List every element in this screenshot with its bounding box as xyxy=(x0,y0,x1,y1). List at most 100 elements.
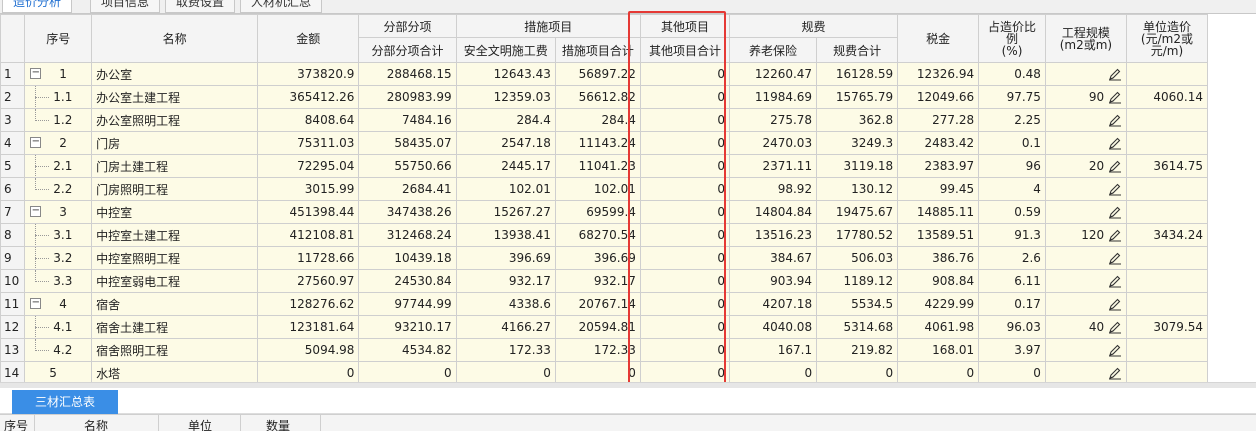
cell-aqwm[interactable]: 13938.41 xyxy=(455,223,556,247)
cell-qtxm-total[interactable]: 0 xyxy=(639,292,731,316)
cell-scale[interactable] xyxy=(1044,62,1127,86)
cell-gf-total[interactable]: 19475.67 xyxy=(816,200,899,224)
row-number[interactable]: 6 xyxy=(0,177,26,201)
cell-unit-price[interactable] xyxy=(1125,338,1209,362)
cell-amount[interactable]: 0 xyxy=(257,361,360,382)
table-row[interactable]: 2 1.1 办公室土建工程 365412.26 280983.99 12359.03 566… xyxy=(0,85,1209,109)
cell-name[interactable]: 宿舍 xyxy=(91,292,259,316)
cell-aqwm[interactable]: 15267.27 xyxy=(455,200,556,224)
cell-csxm-total[interactable]: 20594.81 xyxy=(554,315,641,339)
cell-ylbx[interactable]: 13516.23 xyxy=(728,223,818,247)
cell-seq[interactable]: 3.1 xyxy=(24,223,93,247)
cell-unit-price[interactable] xyxy=(1125,131,1209,155)
cell-ylbx[interactable]: 0 xyxy=(728,361,818,382)
cell-aqwm[interactable]: 396.69 xyxy=(455,246,556,270)
pencil-icon[interactable] xyxy=(1108,320,1122,334)
cell-qtxm-total[interactable]: 0 xyxy=(639,108,731,132)
cell-name[interactable]: 门房照明工程 xyxy=(91,177,259,201)
header-aqwm[interactable]: 安全文明施工费 xyxy=(455,37,556,63)
cell-ratio[interactable]: 0.1 xyxy=(978,131,1046,155)
cell-unit-price[interactable] xyxy=(1125,200,1209,224)
cell-scale[interactable] xyxy=(1044,177,1127,201)
cell-qtxm-total[interactable]: 0 xyxy=(639,338,731,362)
cell-gf-total[interactable]: 219.82 xyxy=(816,338,899,362)
cell-fbfx-total[interactable]: 2684.41 xyxy=(358,177,457,201)
cell-qtxm-total[interactable]: 0 xyxy=(639,200,731,224)
cell-aqwm[interactable]: 12359.03 xyxy=(455,85,556,109)
cell-amount[interactable]: 412108.81 xyxy=(257,223,360,247)
cell-ylbx[interactable]: 14804.84 xyxy=(728,200,818,224)
table-row[interactable]: 12 4.1 宿舍土建工程 123181.64 93210.17 4166.27 20594… xyxy=(0,315,1209,339)
cell-name[interactable]: 办公室照明工程 xyxy=(91,108,259,132)
header-tax[interactable]: 税金 xyxy=(897,14,980,63)
table-row[interactable]: 10 3.3 中控室弱电工程 27560.97 24530.84 932.17 932.17… xyxy=(0,269,1209,293)
cell-csxm-total[interactable]: 56897.22 xyxy=(554,62,641,86)
cell-gf-total[interactable]: 130.12 xyxy=(816,177,899,201)
cell-unit-price[interactable] xyxy=(1125,108,1209,132)
cell-fbfx-total[interactable]: 312468.24 xyxy=(358,223,457,247)
cell-csxm-total[interactable]: 102.01 xyxy=(554,177,641,201)
cell-name[interactable]: 办公室 xyxy=(91,62,259,86)
cell-csxm-total[interactable]: 396.69 xyxy=(554,246,641,270)
cell-ratio[interactable]: 97.75 xyxy=(978,85,1046,109)
cell-tax[interactable]: 12049.66 xyxy=(897,85,980,109)
cell-csxm-total[interactable]: 11143.24 xyxy=(554,131,641,155)
cell-ratio[interactable]: 0 xyxy=(978,361,1046,382)
header-qtxm-total[interactable]: 其他项目合计 xyxy=(639,37,731,63)
tab-cost-analysis[interactable]: 造价分析 xyxy=(2,0,73,13)
table-row[interactable]: 1−1 办公室 373820.9 288468.15 12643.43 56897.22 0… xyxy=(0,62,1209,86)
row-number[interactable]: 13 xyxy=(0,338,26,362)
cell-aqwm[interactable]: 102.01 xyxy=(455,177,556,201)
cell-name[interactable]: 门房 xyxy=(91,131,259,155)
collapse-icon[interactable]: − xyxy=(30,298,42,309)
row-number[interactable]: 7 xyxy=(0,200,26,224)
pencil-icon[interactable] xyxy=(1108,343,1122,357)
row-number[interactable]: 10 xyxy=(0,269,26,293)
cell-tax[interactable]: 2383.97 xyxy=(897,154,980,178)
cell-amount[interactable]: 72295.04 xyxy=(257,154,360,178)
cell-aqwm[interactable]: 284.4 xyxy=(455,108,556,132)
cell-seq[interactable]: −3 xyxy=(24,200,93,224)
cell-csxm-total[interactable]: 932.17 xyxy=(554,269,641,293)
cell-fbfx-total[interactable]: 0 xyxy=(358,361,457,382)
cell-scale[interactable] xyxy=(1044,200,1127,224)
cell-unit-price[interactable] xyxy=(1125,177,1209,201)
material-summary-button[interactable]: 三材汇总表 xyxy=(12,390,118,414)
cell-unit-price[interactable]: 3079.54 xyxy=(1125,315,1209,339)
cell-aqwm[interactable]: 172.33 xyxy=(455,338,556,362)
cell-ylbx[interactable]: 12260.47 xyxy=(728,62,818,86)
cell-ylbx[interactable]: 2470.03 xyxy=(728,131,818,155)
row-number[interactable]: 12 xyxy=(0,315,26,339)
pencil-icon[interactable] xyxy=(1108,90,1122,104)
pencil-icon[interactable] xyxy=(1108,205,1122,219)
cell-fbfx-total[interactable]: 24530.84 xyxy=(358,269,457,293)
cell-aqwm[interactable]: 4166.27 xyxy=(455,315,556,339)
tab-project-info[interactable]: 项目信息 xyxy=(90,0,161,13)
cell-scale[interactable] xyxy=(1044,361,1127,382)
cell-qtxm-total[interactable]: 0 xyxy=(639,131,731,155)
cell-unit-price[interactable]: 3434.24 xyxy=(1125,223,1209,247)
pencil-icon[interactable] xyxy=(1108,228,1122,242)
collapse-icon[interactable]: − xyxy=(30,206,42,217)
cell-qtxm-total[interactable]: 0 xyxy=(639,223,731,247)
tab-fee-settings[interactable]: 取费设置 xyxy=(165,0,236,13)
cell-csxm-total[interactable]: 69599.4 xyxy=(554,200,641,224)
cell-ylbx[interactable]: 903.94 xyxy=(728,269,818,293)
table-row[interactable]: 13 4.2 宿舍照明工程 5094.98 4534.82 172.33 172.33 0 16… xyxy=(0,338,1209,362)
cell-scale[interactable]: 90 xyxy=(1044,85,1127,109)
cell-scale[interactable]: 40 xyxy=(1044,315,1127,339)
cell-ratio[interactable]: 96.03 xyxy=(978,315,1046,339)
cell-ylbx[interactable]: 98.92 xyxy=(728,177,818,201)
table-row[interactable]: 11−4 宿舍 128276.62 97744.99 4338.6 20767.14 0 42… xyxy=(0,292,1209,316)
cell-csxm-total[interactable]: 56612.82 xyxy=(554,85,641,109)
cell-amount[interactable]: 11728.66 xyxy=(257,246,360,270)
cell-seq[interactable]: 3.2 xyxy=(24,246,93,270)
pencil-icon[interactable] xyxy=(1108,182,1122,196)
cell-tax[interactable]: 12326.94 xyxy=(897,62,980,86)
pencil-icon[interactable] xyxy=(1108,159,1122,173)
header-name[interactable]: 名称 xyxy=(91,14,259,63)
tab-resource-summary[interactable]: 人材机汇总 xyxy=(240,0,323,13)
cell-gf-total[interactable]: 0 xyxy=(816,361,899,382)
cell-qtxm-total[interactable]: 0 xyxy=(639,154,731,178)
table-row[interactable]: 7−3 中控室 451398.44 347438.26 15267.27 69599.4 0… xyxy=(0,200,1209,224)
